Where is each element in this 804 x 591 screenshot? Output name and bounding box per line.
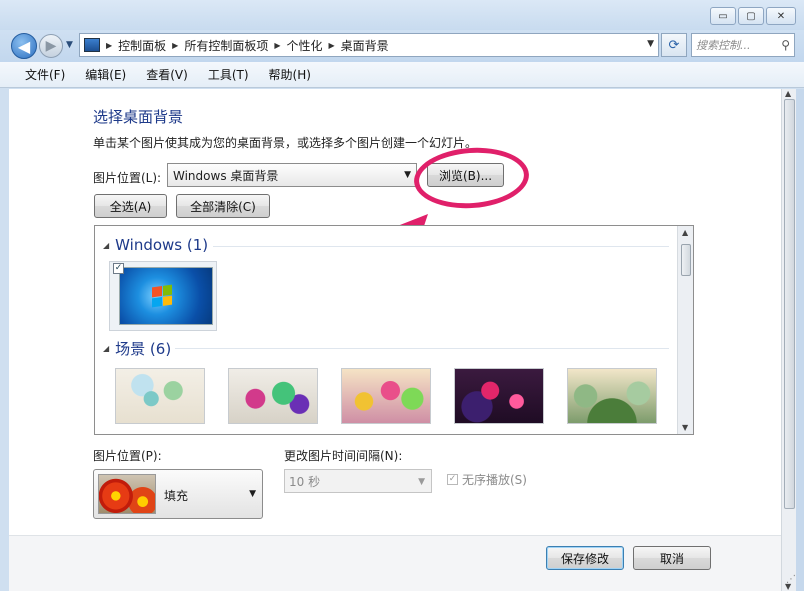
- shuffle-label: 无序播放(S): [462, 473, 527, 487]
- main-scrollbar-thumb[interactable]: [784, 99, 795, 509]
- interval-select[interactable]: 10 秒 ▼: [284, 469, 432, 493]
- wallpaper-scene-4[interactable]: [454, 368, 544, 424]
- title-bar: ▭ ▢ ✕: [0, 0, 804, 30]
- shuffle-option[interactable]: ✓ 无序播放(S): [447, 471, 527, 488]
- menu-file[interactable]: 文件(F): [22, 64, 68, 85]
- search-icon[interactable]: ⚲: [781, 38, 790, 52]
- group-title-scenes: 场景 (6): [115, 340, 172, 358]
- windows-logo-icon: [152, 284, 172, 308]
- forward-button[interactable]: ▶: [39, 34, 63, 58]
- main-scrollbar[interactable]: ▲ ▼: [781, 89, 796, 591]
- breadcrumb-control-panel[interactable]: 控制面板: [118, 37, 166, 54]
- cancel-button[interactable]: 取消: [633, 546, 711, 570]
- group-divider: [175, 348, 669, 349]
- minimize-button[interactable]: ▭: [710, 7, 736, 25]
- maximize-button[interactable]: ▢: [738, 7, 764, 25]
- picture-position-label: 图片位置(P):: [93, 449, 162, 463]
- picture-location-label: 图片位置(L):: [93, 171, 162, 185]
- select-all-label: 全选(A): [109, 199, 152, 214]
- wallpaper-scene-3[interactable]: [341, 368, 431, 424]
- picture-position-value: 填充: [164, 489, 189, 503]
- windows-logo-wallpaper: [119, 267, 213, 325]
- group-title-windows: Windows (1): [115, 236, 209, 254]
- gallery-scrollbar-thumb[interactable]: [681, 244, 691, 276]
- menu-edit[interactable]: 编辑(E): [82, 64, 129, 85]
- chevron-down-icon: ▼: [404, 170, 411, 180]
- scroll-up-icon[interactable]: ▲: [785, 89, 791, 98]
- chevron-down-icon: ▼: [249, 489, 256, 499]
- chevron-right-icon[interactable]: ▶: [106, 41, 112, 50]
- search-placeholder: 搜索控制...: [696, 39, 751, 52]
- clear-all-button[interactable]: 全部清除(C): [176, 194, 270, 218]
- wallpaper-gallery: ◢ Windows (1) ✓ ◢ 场景 (6) ▲ ▼: [94, 225, 694, 435]
- cancel-button-label: 取消: [659, 551, 684, 566]
- breadcrumb-all-items[interactable]: 所有控制面板项: [184, 37, 268, 54]
- maximize-icon: ▢: [746, 10, 756, 22]
- breadcrumb-desktop-background[interactable]: 桌面背景: [341, 37, 389, 54]
- select-all-button[interactable]: 全选(A): [94, 194, 167, 218]
- window-controls: ▭ ▢ ✕: [710, 7, 796, 25]
- menu-view[interactable]: 查看(V): [143, 64, 191, 85]
- address-dropdown-icon[interactable]: ▼: [647, 39, 654, 49]
- chevron-down-icon: ▼: [418, 477, 425, 487]
- wallpaper-windows-7[interactable]: [109, 261, 217, 331]
- picture-position-select[interactable]: 填充 ▼: [93, 469, 263, 519]
- refresh-button[interactable]: ⟳: [661, 33, 687, 57]
- navigation-bar: ◀ ▶ ▼ ▶ 控制面板 ▶ 所有控制面板项 ▶ 个性化 ▶ 桌面背景 ▼ ⟳ …: [0, 30, 804, 62]
- refresh-icon: ⟳: [668, 37, 680, 53]
- group-divider: [213, 246, 669, 247]
- save-button-label: 保存修改: [560, 551, 609, 566]
- page-title: 选择桌面背景: [93, 108, 184, 126]
- window-border: [796, 89, 804, 591]
- wallpaper-checkbox[interactable]: ✓: [113, 263, 124, 274]
- scroll-down-icon[interactable]: ▼: [682, 423, 688, 432]
- close-icon: ✕: [776, 10, 786, 22]
- chevron-right-icon[interactable]: ▶: [274, 41, 280, 50]
- address-bar[interactable]: ▶ 控制面板 ▶ 所有控制面板项 ▶ 个性化 ▶ 桌面背景 ▼: [79, 33, 659, 57]
- menu-tools[interactable]: 工具(T): [205, 64, 252, 85]
- search-input[interactable]: 搜索控制... ⚲: [691, 33, 795, 57]
- chevron-right-icon[interactable]: ▶: [172, 41, 178, 50]
- breadcrumb-personalization[interactable]: 个性化: [287, 37, 323, 54]
- save-button[interactable]: 保存修改: [546, 546, 624, 570]
- back-button[interactable]: ◀: [11, 33, 37, 59]
- wallpaper-scene-5[interactable]: [567, 368, 657, 424]
- collapse-triangle-icon[interactable]: ◢: [103, 241, 109, 250]
- close-button[interactable]: ✕: [766, 7, 796, 25]
- interval-value: 10 秒: [289, 474, 321, 489]
- position-preview-image: [98, 474, 156, 514]
- group-header-windows[interactable]: ◢ Windows (1): [103, 236, 208, 254]
- recent-pages-dropdown-icon[interactable]: ▼: [66, 40, 73, 50]
- shuffle-checkbox[interactable]: ✓: [447, 474, 458, 485]
- scroll-up-icon[interactable]: ▲: [682, 228, 688, 237]
- wallpaper-scene-2[interactable]: [228, 368, 318, 424]
- minimize-icon: ▭: [718, 10, 728, 22]
- resize-grip-icon[interactable]: ⋰: [786, 574, 796, 585]
- menu-help[interactable]: 帮助(H): [266, 64, 314, 85]
- control-panel-icon: [84, 38, 100, 52]
- group-header-scenes[interactable]: ◢ 场景 (6): [103, 338, 171, 359]
- picture-location-select[interactable]: Windows 桌面背景 ▼: [167, 163, 417, 187]
- clear-all-label: 全部清除(C): [190, 199, 256, 214]
- gallery-scrollbar[interactable]: ▲ ▼: [677, 226, 693, 434]
- chevron-right-icon[interactable]: ▶: [329, 41, 335, 50]
- picture-location-value: Windows 桌面背景: [173, 168, 279, 183]
- collapse-triangle-icon[interactable]: ◢: [103, 344, 109, 353]
- page-description: 单击某个图片使其成为您的桌面背景，或选择多个图片创建一个幻灯片。: [93, 136, 478, 150]
- back-arrow-icon: ◀: [17, 36, 31, 56]
- wallpaper-scene-1[interactable]: [115, 368, 205, 424]
- menu-bar: 文件(F) 编辑(E) 查看(V) 工具(T) 帮助(H): [0, 62, 804, 88]
- forward-arrow-icon: ▶: [45, 38, 57, 54]
- interval-label: 更改图片时间间隔(N):: [284, 449, 403, 463]
